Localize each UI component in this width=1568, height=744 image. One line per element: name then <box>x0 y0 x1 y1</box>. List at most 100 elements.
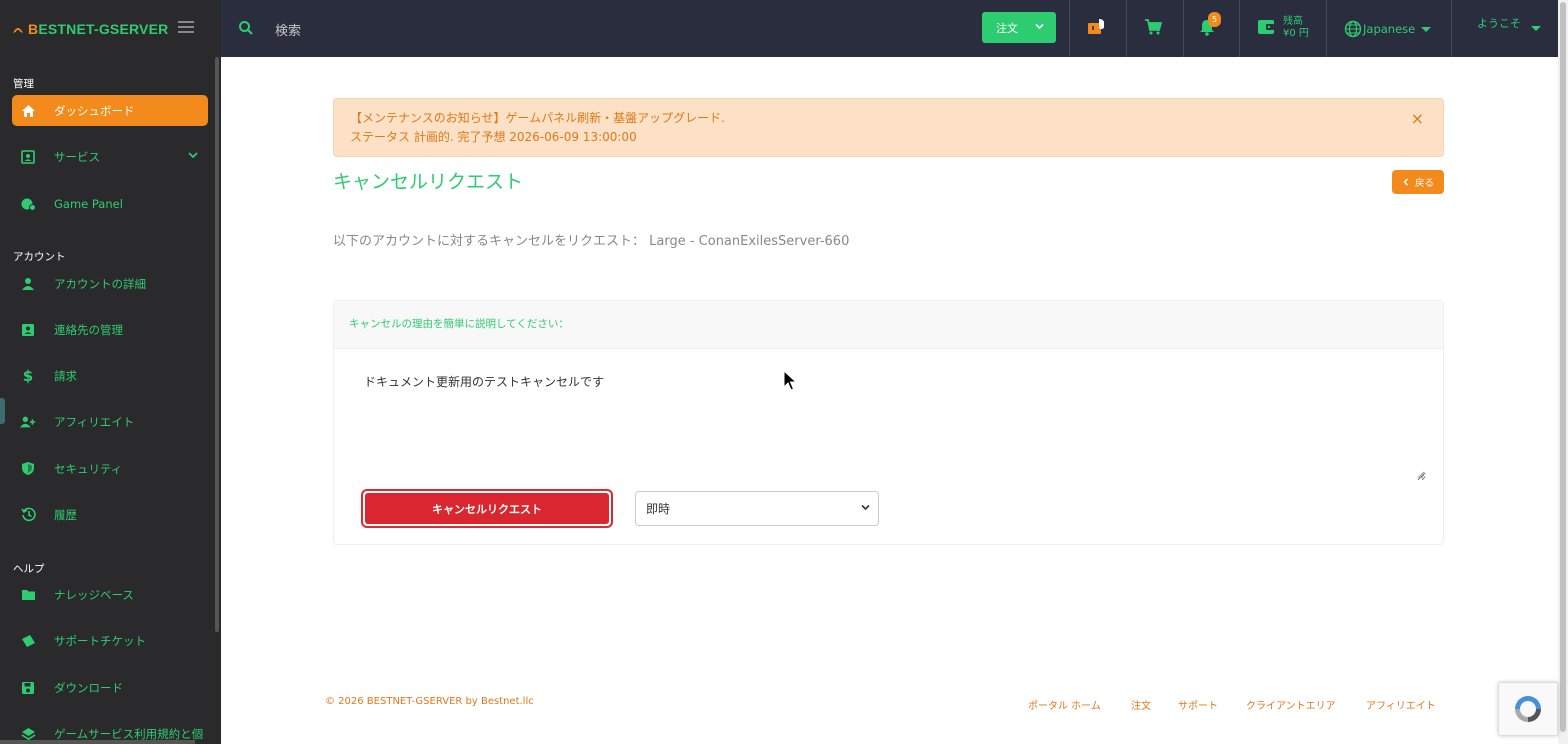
globe-icon <box>1344 20 1362 38</box>
divider <box>1069 0 1070 57</box>
copyright: © 2026 BESTNET-GSERVER by Bestnet.llc <box>325 696 534 707</box>
sidebar-horizontal-scrollbar[interactable] <box>0 740 195 744</box>
divider <box>1451 0 1452 57</box>
sidebar-item-label: Game Panel <box>54 196 123 211</box>
contact-icon <box>20 322 36 338</box>
sidebar-item-label: ナレッジベース <box>54 587 134 602</box>
sidebar-item-billing[interactable]: $ 請求 <box>12 360 208 391</box>
sidebar-item-label: ダッシュボード <box>54 103 135 118</box>
sidebar-item-label: サービス <box>54 149 100 164</box>
footer-link-support[interactable]: サポート <box>1178 697 1218 712</box>
welcome-label: ようこそ <box>1477 17 1521 30</box>
dollar-icon: $ <box>22 366 34 385</box>
caret-down-icon <box>1421 26 1432 32</box>
maintenance-alert: 【メンテナンスのお知らせ】ゲームパネル刷新・基盤アップグレード. ステータス 計… <box>333 98 1444 157</box>
alert-line-1: 【メンテナンスのお知らせ】ゲームパネル刷新・基盤アップグレード. <box>350 111 725 125</box>
sidebar-item-game-panel[interactable]: Game Panel <box>12 188 208 219</box>
user-menu[interactable]: ようこそ <box>1477 15 1541 31</box>
sidebar-item-contacts[interactable]: 連絡先の管理 <box>12 314 208 345</box>
reason-label: キャンセルの理由を簡単に説明してください： <box>334 301 1443 349</box>
sidebar-item-label: 請求 <box>54 368 77 383</box>
section-account: アカウント <box>13 251 66 263</box>
footer-link-affiliate[interactable]: アフィリエイト <box>1366 697 1436 712</box>
home-icon <box>20 103 36 119</box>
sidebar-item-services[interactable]: サービス <box>12 141 208 172</box>
resize-grip-icon[interactable] <box>1417 471 1425 479</box>
divider <box>1326 0 1327 57</box>
recaptcha-badge[interactable] <box>1498 682 1558 736</box>
divider <box>1126 0 1127 57</box>
sidebar-item-label: 履歴 <box>54 507 77 522</box>
sidebar-item-affiliate[interactable]: アフィリエイト <box>12 406 208 437</box>
cart-icon[interactable] <box>1144 18 1163 40</box>
order-button[interactable]: 注文 <box>982 12 1056 43</box>
divider <box>1183 0 1184 57</box>
chevron-down-icon <box>1035 23 1044 30</box>
balance[interactable]: 残高 ¥0 円 <box>1283 16 1309 40</box>
sidebar-item-history[interactable]: 履歴 <box>12 499 208 530</box>
footer-link-client-area[interactable]: クライアントエリア <box>1246 697 1336 712</box>
flame-logo-icon <box>13 27 23 34</box>
recaptcha-icon <box>1515 696 1541 722</box>
sidebar-item-downloads[interactable]: ダウンロード <box>12 672 208 703</box>
sidebar-item-dashboard[interactable]: ダッシュボード <box>12 95 208 126</box>
page-scrollbar[interactable] <box>1560 2 1566 732</box>
save-icon <box>20 680 36 696</box>
chevron-down-icon <box>188 152 198 159</box>
sidebar-item-knowledgebase[interactable]: ナレッジベース <box>12 579 208 610</box>
alert-line-2: ステータス 計画的. 完了予想 2026-06-09 13:00:00 <box>350 130 637 144</box>
chevron-left-icon <box>1403 178 1409 186</box>
shield-icon <box>20 461 36 477</box>
back-button[interactable]: 戻る <box>1392 170 1444 194</box>
section-manage: 管理 <box>13 78 34 90</box>
id-card-icon <box>20 149 36 165</box>
balance-value: ¥0 円 <box>1283 28 1309 39</box>
sidebar-item-label: サポートチケット <box>54 633 146 648</box>
notification-badge: 5 <box>1208 12 1221 27</box>
user-icon <box>20 276 36 292</box>
footer-link-portal-home[interactable]: ポータル ホーム <box>1028 697 1101 712</box>
divider <box>1239 0 1240 57</box>
gamepad-icon <box>20 196 36 212</box>
sidebar-collapse-handle[interactable] <box>0 398 5 424</box>
sidebar-scrollbar[interactable] <box>215 57 219 632</box>
language-selector[interactable]: Japanese <box>1344 20 1432 38</box>
cancellation-type-value: 即時 <box>646 502 671 516</box>
sidebar-item-account-details[interactable]: アカウントの詳細 <box>12 268 208 299</box>
announcement-icon[interactable] <box>1087 18 1107 40</box>
user-plus-icon <box>20 414 36 430</box>
topbar: 検索 注文 5 残高 ¥0 円 Japanese ようこそ <box>221 0 1558 57</box>
menu-toggle-icon[interactable] <box>178 21 194 33</box>
balance-label: 残高 <box>1283 16 1303 27</box>
cancel-form-card: キャンセルの理由を簡単に説明してください： キャンセルリクエスト 即時 <box>333 300 1444 545</box>
reason-textarea[interactable] <box>352 361 1426 481</box>
history-icon <box>20 507 36 523</box>
sidebar-item-label: アフィリエイト <box>54 414 135 429</box>
search-icon[interactable] <box>238 20 254 36</box>
sidebar-item-support-tickets[interactable]: サポートチケット <box>12 625 208 656</box>
sidebar-item-security[interactable]: セキュリティ <box>12 453 208 484</box>
sidebar-item-label: セキュリティ <box>54 461 123 476</box>
section-help: ヘルプ <box>13 563 45 575</box>
chevron-down-icon <box>861 504 870 511</box>
page-title: キャンセルリクエスト <box>333 171 524 193</box>
folder-icon <box>20 587 36 603</box>
search-input[interactable]: 検索 <box>275 20 301 39</box>
submit-cancel-request-label: キャンセルリクエスト <box>365 493 609 524</box>
close-icon[interactable]: × <box>1411 109 1424 128</box>
caret-down-icon <box>1530 26 1541 31</box>
back-button-label: 戻る <box>1414 178 1434 189</box>
footer-link-order[interactable]: 注文 <box>1131 697 1151 712</box>
cancellation-type-select[interactable]: 即時 <box>635 491 879 526</box>
submit-cancel-request-button[interactable]: キャンセルリクエスト <box>361 489 613 528</box>
wallet-icon[interactable] <box>1257 19 1275 39</box>
mouse-cursor-icon <box>783 370 797 391</box>
sidebar-item-label: 連絡先の管理 <box>54 322 123 337</box>
sidebar-item-label: ダウンロード <box>54 680 123 695</box>
brand-name: BESTNET-GSERVER <box>28 20 169 37</box>
sidebar-item-label: アカウントの詳細 <box>54 276 146 291</box>
cancel-target-description: 以下のアカウントに対するキャンセルをリクエスト： Large - ConanEx… <box>333 234 850 249</box>
ticket-icon <box>20 633 36 649</box>
sidebar: BESTNET-GSERVER 管理 ダッシュボード サービス Game Pan… <box>0 0 221 744</box>
order-button-label: 注文 <box>996 21 1018 35</box>
